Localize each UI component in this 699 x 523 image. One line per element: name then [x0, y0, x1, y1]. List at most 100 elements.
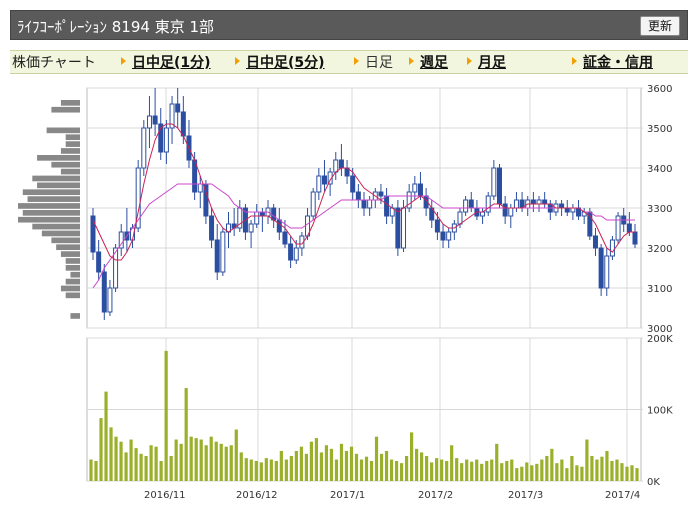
candle-body	[570, 207, 576, 213]
volume-tick-label: 200K	[647, 334, 673, 345]
candle-body	[350, 175, 356, 193]
candle-body	[259, 211, 265, 217]
volume-profile-bar	[51, 237, 80, 244]
candle-body	[542, 199, 548, 205]
volume-bar	[625, 466, 629, 481]
price-tick-label: 3600	[647, 84, 672, 95]
volume-bar	[109, 427, 113, 481]
volume-bar	[274, 460, 278, 481]
volume-bar	[490, 459, 494, 481]
volume-bar	[329, 448, 334, 481]
candle-body	[220, 231, 226, 273]
candle-body	[468, 199, 474, 209]
candle-body	[457, 211, 463, 225]
volume-bar	[580, 466, 584, 481]
volume-bar	[99, 418, 103, 481]
candle-body	[536, 199, 542, 205]
volume-bar	[530, 465, 534, 481]
candle-body	[163, 127, 169, 153]
volume-bar	[560, 459, 564, 481]
volume-bar	[174, 439, 178, 481]
volume-bar	[294, 450, 298, 481]
volume-profile-bar	[65, 278, 80, 285]
volume-bar	[159, 460, 163, 481]
candle-body	[502, 203, 508, 217]
candle-body	[361, 199, 367, 209]
volume-bar	[269, 459, 273, 481]
volume-profile-bar	[41, 230, 80, 237]
volume-bar	[324, 445, 329, 481]
volume-bar	[520, 466, 524, 481]
volume-bar	[420, 452, 424, 481]
volume-bar	[460, 463, 464, 481]
price-tick-label: 3200	[647, 244, 672, 255]
volume-bar	[359, 459, 364, 481]
volume-bar	[595, 459, 599, 481]
candle-body	[626, 223, 632, 233]
volume-profile-bar	[60, 148, 80, 154]
volume-bar	[239, 452, 243, 481]
volume-tick-label: 0K	[647, 477, 660, 488]
volume-profile-bar	[60, 168, 80, 175]
volume-bar	[399, 463, 404, 481]
volume-profile-bar	[65, 141, 80, 147]
price-tick-label: 3300	[647, 204, 672, 215]
volume-bar	[214, 441, 218, 481]
volume-bar	[259, 462, 263, 481]
volume-bar	[234, 429, 238, 481]
candle-body	[355, 191, 361, 201]
volume-bar	[605, 450, 609, 481]
volume-bar	[264, 458, 268, 481]
stock-chart: 3600350034003300320031003000200K100K0K20…	[18, 84, 673, 501]
candle-body	[214, 239, 220, 273]
candle-body	[141, 127, 147, 169]
volume-bar	[154, 446, 158, 481]
volume-bar	[319, 452, 324, 481]
volume-bar	[219, 443, 223, 481]
candle-body	[180, 111, 186, 137]
candle-body	[480, 211, 486, 217]
volume-bar	[565, 468, 569, 481]
candle-body	[271, 207, 277, 221]
volume-bar	[249, 459, 253, 481]
volume-bar	[389, 459, 394, 481]
volume-bar	[480, 463, 484, 481]
volume-bar	[169, 455, 173, 481]
candle-body	[96, 251, 102, 273]
volume-bar	[455, 458, 459, 481]
candle-body	[497, 167, 502, 205]
candle-body	[440, 231, 446, 241]
candle-body	[530, 199, 536, 205]
volume-bar	[244, 458, 248, 481]
volume-profile-bar	[32, 223, 80, 230]
candle-body	[175, 103, 181, 113]
candle-body	[598, 247, 604, 289]
volume-bar	[124, 452, 128, 481]
volume-bar	[440, 459, 444, 481]
volume-profile-bar	[65, 258, 80, 264]
volume-profile-bar	[18, 203, 80, 209]
volume-bar	[349, 446, 354, 481]
volume-bar	[139, 453, 143, 481]
volume-profile-bar	[60, 285, 80, 292]
volume-bar	[209, 436, 213, 481]
x-tick-label: 2017/3	[508, 490, 543, 501]
volume-bar	[615, 459, 619, 481]
volume-bar	[430, 462, 434, 481]
volume-profile-bar	[56, 244, 80, 251]
volume-bar	[129, 439, 133, 481]
candle-body	[333, 159, 339, 173]
volume-bar	[364, 456, 369, 481]
volume-bar	[299, 446, 303, 481]
volume-profile-bar	[18, 216, 80, 223]
volume-bar	[224, 446, 228, 481]
volume-bar	[630, 465, 634, 481]
candle-body	[463, 199, 469, 213]
candle-body	[446, 231, 452, 241]
volume-bar	[284, 459, 288, 481]
volume-bar	[374, 436, 379, 481]
volume-profile-bar	[60, 251, 80, 257]
volume-bar	[445, 460, 449, 481]
volume-profile-bar	[22, 210, 80, 216]
volume-bar	[585, 439, 589, 481]
